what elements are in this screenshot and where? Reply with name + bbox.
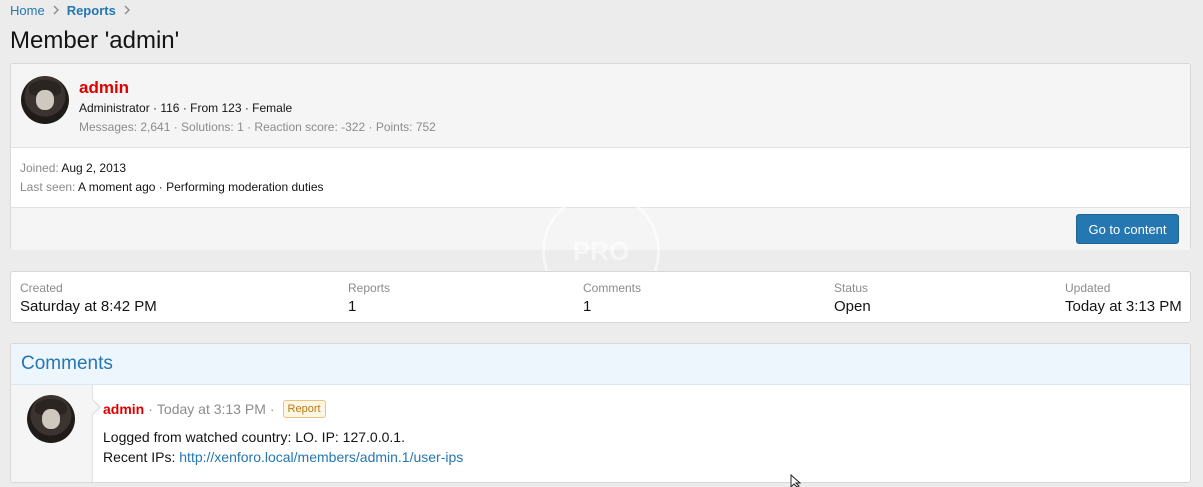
breadcrumb: Home Reports [10, 3, 138, 18]
stat-reports: Reports 1 [348, 281, 390, 315]
comment-time[interactable]: Today at 3:13 PM [157, 401, 266, 417]
comment-user-column [11, 385, 93, 482]
comment-separator: · [269, 401, 275, 417]
joined-label: Joined: [20, 161, 59, 175]
page-title: Member 'admin' [10, 27, 180, 54]
stat-created-label: Created [20, 281, 63, 295]
comment-separator: · [148, 401, 153, 417]
stat-created: Created Saturday at 8:42 PM [20, 281, 157, 315]
avatar-face [36, 90, 54, 110]
stat-updated: Updated Today at 3:13 PM [1065, 281, 1182, 315]
comment-body: Logged from watched country: LO. IP: 127… [103, 427, 463, 467]
comment-avatar[interactable] [27, 395, 75, 443]
member-stats-line: Messages: 2,641 · Solutions: 1 · Reactio… [79, 120, 436, 134]
last-seen-value: A moment ago · Performing moderation dut… [78, 180, 324, 194]
comment-arrow [92, 399, 101, 415]
comment-line1: Logged from watched country: LO. IP: 127… [103, 429, 405, 445]
comment-line2-prefix: Recent IPs: [103, 449, 180, 465]
comments-block: Comments admin · Today at 3:13 PM · Repo… [10, 343, 1191, 483]
stat-comments: Comments 1 [583, 281, 641, 315]
joined-row: Joined: Aug 2, 2013 [20, 161, 126, 175]
member-user-titles: Administrator · 116 · From 123 · Female [79, 101, 292, 115]
member-header: admin Administrator · 116 · From 123 · F… [11, 64, 1190, 148]
member-footer: Go to content [11, 208, 1190, 250]
member-card: admin Administrator · 116 · From 123 · F… [10, 63, 1191, 250]
comment-item: admin · Today at 3:13 PM · Report Logged… [11, 385, 1190, 482]
stat-created-value: Saturday at 8:42 PM [20, 298, 157, 315]
go-to-content-button[interactable]: Go to content [1076, 214, 1179, 244]
chevron-right-icon [52, 4, 60, 18]
comment-line2: Recent IPs: http://xenforo.local/members… [103, 447, 463, 467]
member-name-link[interactable]: admin [79, 78, 129, 98]
comments-header: Comments [11, 344, 1190, 385]
stat-status: Status Open [834, 281, 871, 315]
member-info: Joined: Aug 2, 2013 Last seen: A moment … [11, 148, 1190, 208]
breadcrumb-reports-link[interactable]: Reports [67, 3, 116, 18]
member-avatar[interactable] [21, 76, 69, 124]
member-line2-text: Messages: 2,641 · Solutions: 1 · Reactio… [79, 120, 436, 134]
comment-meta: admin · Today at 3:13 PM · Report [103, 400, 326, 418]
avatar-face [42, 409, 60, 429]
comment-author-link[interactable]: admin [103, 401, 144, 417]
stat-reports-value: 1 [348, 298, 357, 315]
stat-reports-label: Reports [348, 281, 391, 295]
member-line1-text: Administrator · 116 · From 123 · Female [79, 101, 293, 115]
breadcrumb-home-link[interactable]: Home [10, 3, 45, 18]
stat-updated-value: Today at 3:13 PM [1065, 298, 1182, 315]
report-stats: Created Saturday at 8:42 PM Reports 1 Co… [10, 271, 1191, 323]
comments-title: Comments [21, 353, 113, 374]
stat-updated-label: Updated [1065, 281, 1111, 295]
comment-report-badge: Report [282, 400, 326, 418]
user-ips-link[interactable]: http://xenforo.local/members/admin.1/use… [179, 449, 463, 465]
stat-comments-label: Comments [583, 281, 642, 295]
mouse-cursor-icon [790, 474, 802, 487]
stat-status-label: Status [834, 281, 869, 295]
joined-value: Aug 2, 2013 [61, 161, 127, 175]
last-seen-label: Last seen: [20, 180, 76, 194]
stat-comments-value: 1 [583, 298, 592, 315]
chevron-right-icon [123, 4, 131, 18]
last-seen-row: Last seen: A moment ago · Performing mod… [20, 180, 324, 194]
stat-status-value: Open [834, 298, 871, 315]
